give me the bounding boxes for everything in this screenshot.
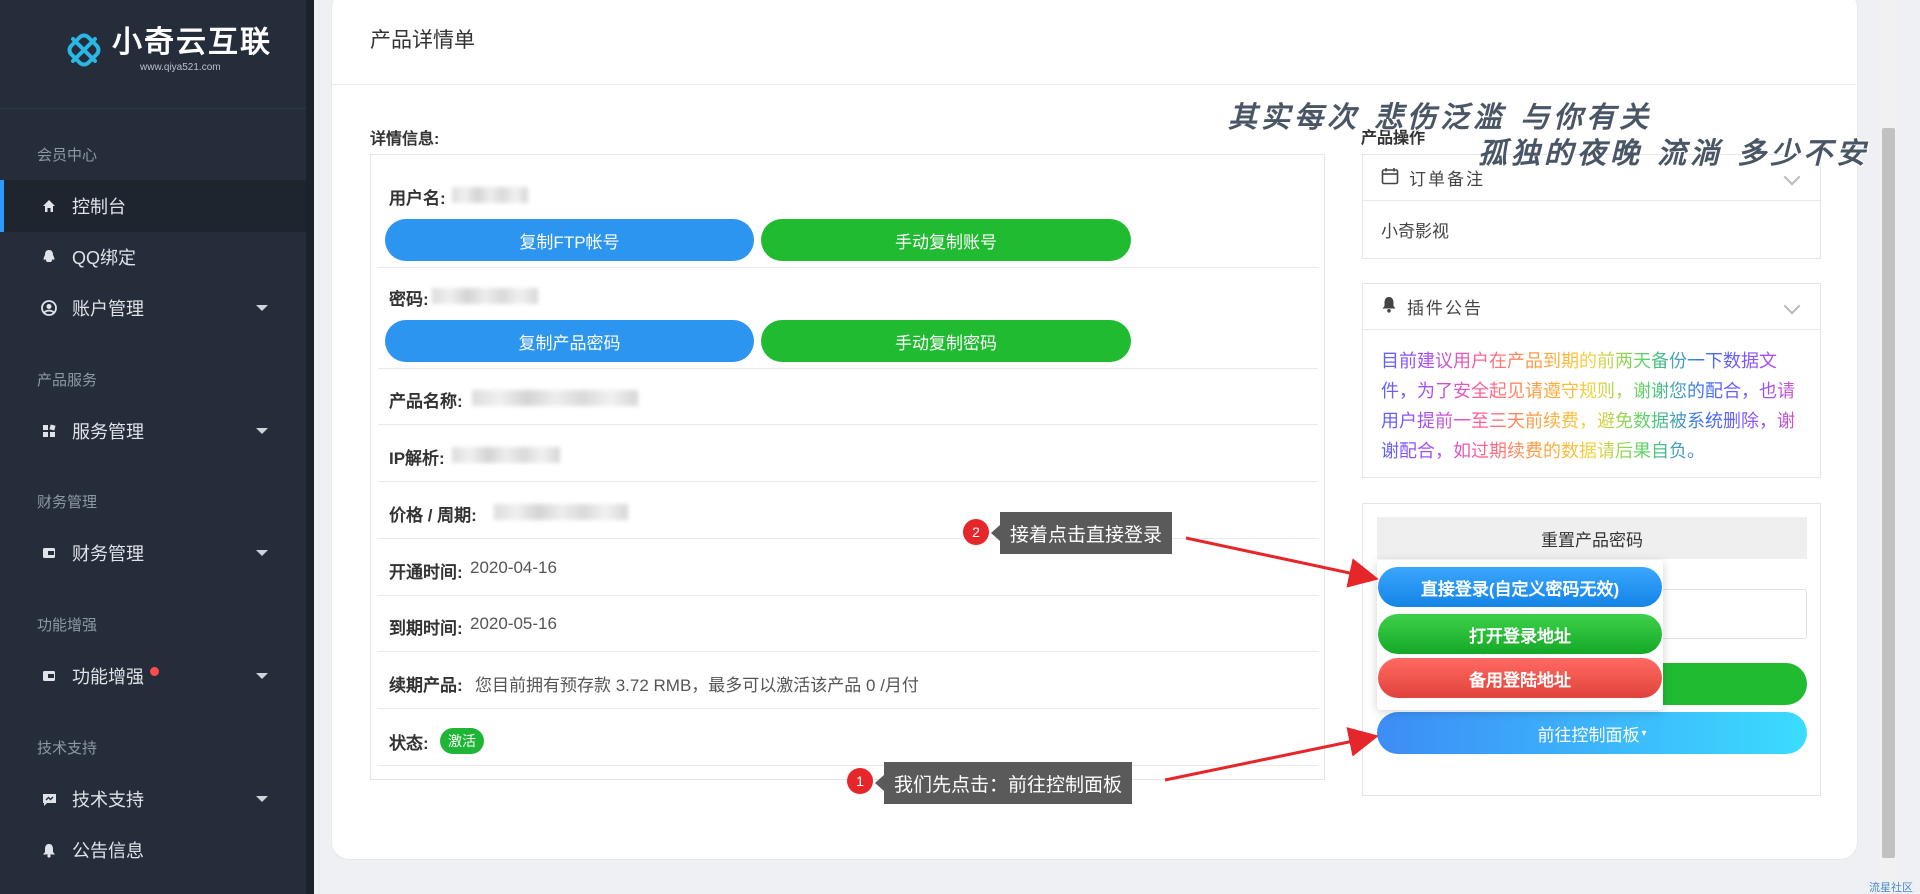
ip-label: IP解析: [389,449,445,468]
sidebar-item-enhance[interactable]: 功能增强 [0,650,306,702]
product-name-label: 产品名称: [389,392,463,411]
sidebar-item-label: 公告信息 [72,841,144,861]
row-divider [378,651,1318,652]
chevron-down-icon [256,550,268,556]
password-value-redacted [432,288,538,304]
copy-ftp-account-button[interactable]: 复制FTP帐号 [385,219,754,261]
sidebar-edge [306,0,314,894]
sidebar-item-label: 功能增强 [72,667,144,687]
step-2-marker: 2 [963,519,989,545]
bell-icon [40,841,58,859]
sidebar-item-label: QQ绑定 [72,248,137,268]
row-divider [378,368,1318,369]
section-title-enhance: 功能增强 [37,617,98,634]
user-circle-icon [40,299,58,317]
brand-url: www.qiya521.com [140,62,221,73]
direct-login-button[interactable]: 直接登录(自定义密码无效) [1378,567,1662,607]
step-2-tooltip: 接着点击直接登录 [990,512,1173,554]
sidebar-item-label: 财务管理 [72,544,144,564]
row-divider [378,765,1318,766]
chevron-down-icon [256,428,268,434]
chevron-down-icon[interactable] [1783,297,1801,315]
sidebar-item-qq[interactable]: QQ绑定 [0,231,306,283]
sidebar-item-label: 服务管理 [72,422,144,442]
card-header-divider [331,84,1858,85]
section-title-finance: 财务管理 [37,494,98,511]
status-badge: 激活 [440,728,484,754]
manual-copy-account-button[interactable]: 手动复制账号 [761,219,1131,261]
lyric-line-2: 孤独的夜晚 流淌 多少不安 [1478,136,1870,170]
sidebar-item-label: 控制台 [72,197,126,217]
control-panel-button[interactable]: 前往控制面板 ▾ [1377,712,1807,754]
details-heading: 详情信息: [370,131,440,148]
section-title-support: 技术支持 [37,740,98,757]
logo-divider [0,108,306,109]
open-time-label: 开通时间: [389,563,463,582]
price-cycle-label: 价格 / 周期: [389,506,477,525]
plugin-notice-panel: 插件公告 目前建议用户在产品到期的前两天备份一下数据文件，为了安全起见请遵守规则… [1362,283,1821,478]
section-title-product: 产品服务 [37,372,98,389]
sidebar-item-service[interactable]: 服务管理 [0,405,306,457]
product-name-value-redacted [472,390,638,406]
chevron-down-icon [256,796,268,802]
wallet-icon [40,667,58,685]
qq-icon [40,248,58,266]
plugin-notice-header[interactable]: 插件公告 [1363,284,1820,330]
manual-copy-password-button[interactable]: 手动复制密码 [761,320,1131,362]
renew-label: 续期产品: [389,676,463,695]
sidebar-item-dashboard[interactable]: 控制台 [0,180,306,232]
scrollbar-thumb[interactable] [1882,128,1895,858]
price-value-redacted [494,504,628,520]
chevron-down-icon [256,673,268,679]
logo-icon [64,30,104,70]
open-login-url-button[interactable]: 打开登录地址 [1378,614,1662,654]
ip-value-redacted [452,447,560,463]
backup-login-url-button[interactable]: 备用登陆地址 [1378,658,1662,698]
step-1-marker: 1 [847,768,873,794]
open-time-value: 2020-04-16 [470,558,557,577]
caret-down-icon: ▾ [1641,727,1647,739]
copy-password-button[interactable]: 复制产品密码 [385,320,754,362]
order-note-title: 订单备注 [1409,170,1485,190]
row-divider [378,267,1318,268]
sidebar-item-announcements[interactable]: 公告信息 [0,824,306,876]
sidebar: 小奇云互联 www.qiya521.com 会员中心 控制台 QQ绑定 账户管理… [0,0,306,894]
sidebar-item-support[interactable]: 技术支持 [0,773,306,825]
username-value-redacted [452,187,528,203]
watermark: 流星社区 [1869,882,1913,894]
brand-logo[interactable]: 小奇云互联 www.qiya521.com [64,26,272,73]
row-divider [378,708,1318,709]
step-1-tooltip: 我们先点击：前往控制面板 [874,762,1133,804]
wallet-icon [40,544,58,562]
section-title-member: 会员中心 [37,147,98,164]
expire-time-label: 到期时间: [389,619,463,638]
control-panel-label: 前往控制面板 [1537,725,1640,745]
expire-time-value: 2020-05-16 [470,614,557,633]
notification-dot [150,666,159,676]
password-label: 密码: [389,290,429,309]
calendar-icon [1381,167,1399,189]
sidebar-item-finance[interactable]: 财务管理 [0,527,306,579]
row-divider [378,538,1318,539]
order-note-content: 小奇影视 [1381,222,1449,241]
bell-icon [1381,296,1397,317]
plugin-notice-content: 目前建议用户在产品到期的前两天备份一下数据文件，为了安全起见请遵守规则，谢谢您的… [1363,330,1820,482]
status-label: 状态: [389,734,429,753]
grid-icon [40,422,58,440]
reset-password-button[interactable]: 重置产品密码 [1377,517,1807,559]
home-icon [40,197,58,215]
plugin-notice-title: 插件公告 [1407,299,1483,319]
sidebar-item-label: 账户管理 [72,299,144,319]
sidebar-item-label: 技术支持 [72,790,144,810]
row-divider [378,481,1318,482]
chat-icon [40,790,58,808]
renew-text: 您目前拥有预存款 3.72 RMB，最多可以激活该产品 0 /月付 [475,676,919,695]
chevron-down-icon [256,305,268,311]
row-divider [378,424,1318,425]
row-divider [378,595,1318,596]
page-title: 产品详情单 [370,29,475,52]
sidebar-item-account[interactable]: 账户管理 [0,282,306,334]
username-label: 用户名: [389,189,446,208]
brand-name: 小奇云互联 [112,25,272,60]
